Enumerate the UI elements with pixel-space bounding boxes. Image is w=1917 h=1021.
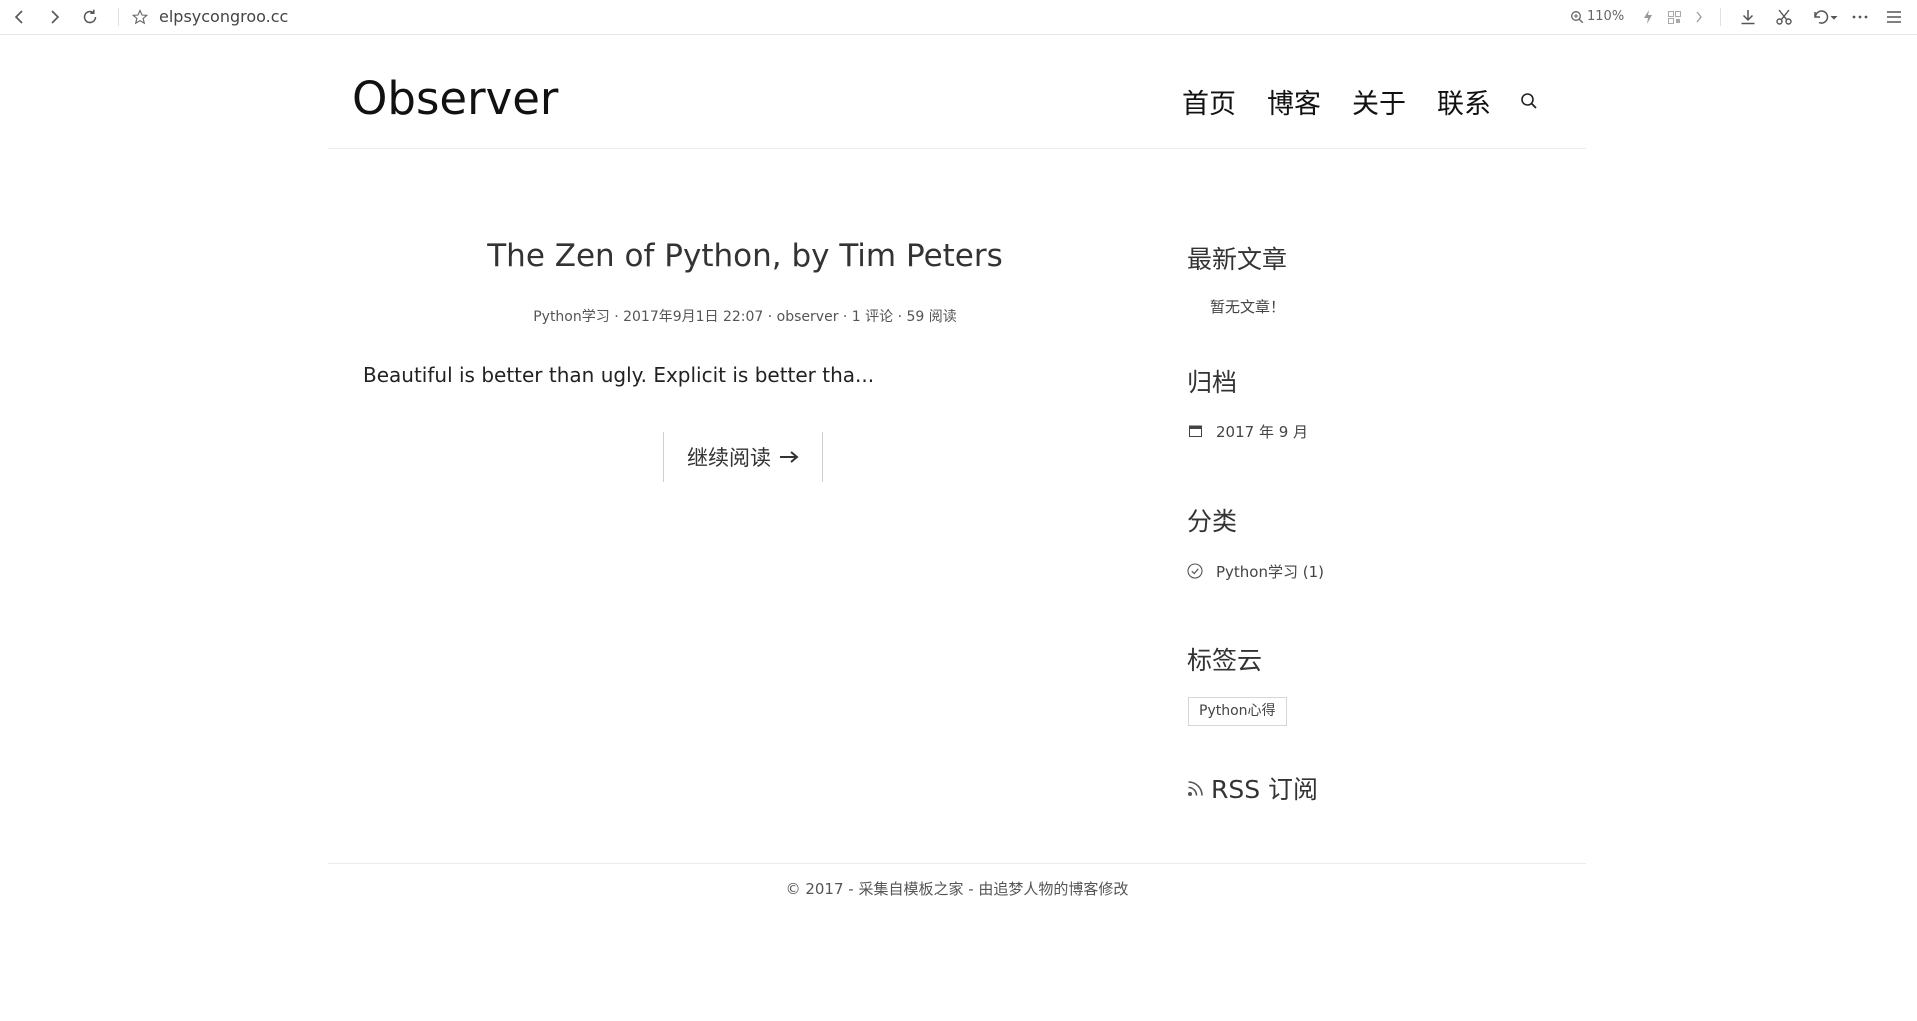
nav-item-contact[interactable]: 联系 <box>1437 82 1491 122</box>
scissors-icon[interactable] <box>1772 0 1796 34</box>
nav-item-home[interactable]: 首页 <box>1182 82 1236 122</box>
category-title: 分类 <box>1187 507 1238 536</box>
back-icon[interactable] <box>6 0 34 34</box>
chevron-right-icon[interactable] <box>1691 0 1707 34</box>
nav-item-blog[interactable]: 博客 <box>1267 82 1321 122</box>
header-divider <box>328 148 1586 149</box>
address-bar-url[interactable]: elpsycongroo.cc <box>159 0 288 34</box>
search-icon[interactable] <box>1518 90 1540 112</box>
tag-cloud-title: 标签云 <box>1187 646 1263 675</box>
zoom-level[interactable]: 110% <box>1587 0 1624 34</box>
undo-dropdown-icon[interactable] <box>1808 0 1842 34</box>
footer-text: © 2017 - 采集自模板之家 - 由追梦人物的博客修改 <box>785 880 1129 898</box>
arrow-right-icon <box>779 445 799 469</box>
more-options-icon[interactable] <box>1848 0 1872 34</box>
read-more-button[interactable]: 继续阅读 <box>663 432 823 482</box>
bookmark-star-icon[interactable] <box>128 0 152 34</box>
toolbar-divider <box>118 8 119 26</box>
qr-code-icon[interactable] <box>1664 0 1684 34</box>
archive-title: 归档 <box>1187 368 1238 397</box>
download-icon[interactable] <box>1736 0 1760 34</box>
post-meta: Python学习 · 2017年9月1日 22:07 · observer · … <box>533 309 957 325</box>
rss-label: RSS 订阅 <box>1211 775 1319 804</box>
category-item[interactable]: Python学习 (1) <box>1216 561 1324 582</box>
nav-item-about[interactable]: 关于 <box>1352 82 1406 122</box>
check-circle-icon <box>1187 563 1203 579</box>
read-more-label: 继续阅读 <box>687 446 771 470</box>
forward-icon[interactable] <box>40 0 68 34</box>
footer-divider <box>328 863 1586 864</box>
post-title[interactable]: The Zen of Python, by Tim Peters <box>352 238 1138 274</box>
calendar-icon <box>1188 424 1202 438</box>
latest-posts-title: 最新文章 <box>1187 245 1288 274</box>
tag-item[interactable]: Python心得 <box>1188 697 1287 726</box>
browser-toolbar: elpsycongroo.cc 110% <box>0 0 1917 35</box>
archive-item[interactable]: 2017 年 9 月 <box>1216 421 1308 442</box>
rss-link[interactable]: RSS 订阅 <box>1187 770 1318 806</box>
site-title[interactable]: Observer <box>352 72 558 125</box>
zoom-icon[interactable] <box>1567 0 1587 34</box>
latest-posts-empty: 暂无文章！ <box>1210 298 1286 316</box>
toolbar-divider <box>1720 8 1721 26</box>
reload-icon[interactable] <box>76 0 104 34</box>
lightning-icon[interactable] <box>1640 0 1656 34</box>
menu-icon[interactable] <box>1882 0 1906 34</box>
post-excerpt: Beautiful is better than ugly. Explicit … <box>363 363 875 387</box>
rss-icon <box>1187 774 1205 803</box>
